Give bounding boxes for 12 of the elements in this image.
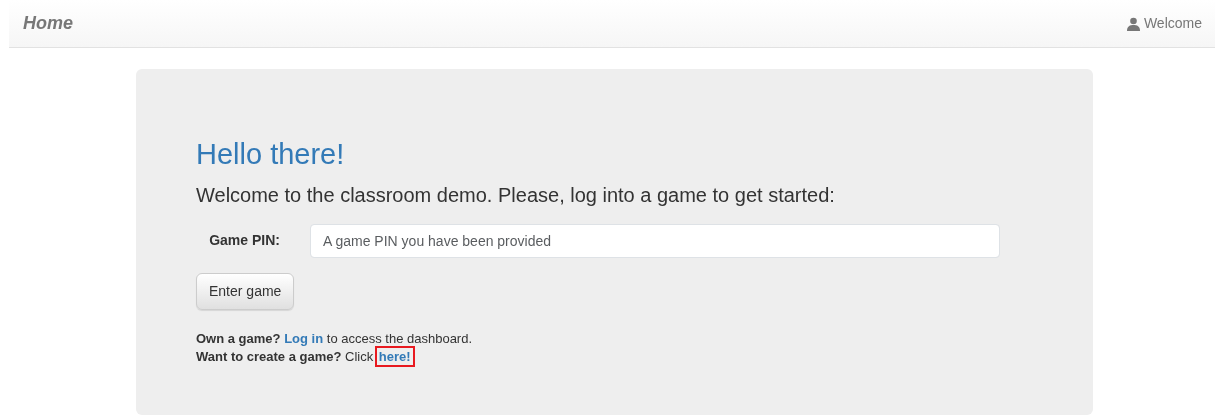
field-label: Game PIN:	[208, 231, 281, 251]
home-link[interactable]: Home	[23, 10, 73, 37]
info-sentence: Own a game? Log in to access the dashboard.	[196, 329, 474, 348]
text-link[interactable]: here!	[376, 347, 413, 365]
hero-lead: Welcome to the classroom demo. Please, log into a game to get started:	[196, 182, 836, 208]
user-icon	[1126, 16, 1140, 31]
welcome-link[interactable]: Welcome	[1126, 13, 1202, 34]
enter-game-button[interactable]: Enter game	[196, 272, 295, 310]
info-sentence: Want to create a game? Click here!	[196, 347, 1033, 366]
pin-input-field[interactable]: A game PIN you have been provided	[310, 223, 1000, 258]
hero-title: Hello there!	[196, 137, 346, 172]
text-link[interactable]: Log in	[284, 330, 324, 346]
